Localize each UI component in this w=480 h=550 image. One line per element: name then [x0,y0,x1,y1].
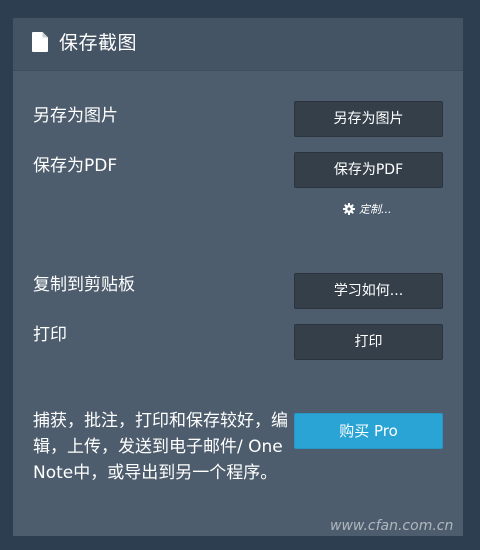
save-image-label: 另存为图片 [33,106,118,126]
page-title: 保存截图 [59,32,138,54]
print-label: 打印 [33,325,67,345]
panel-header: 保存截图 [13,18,463,71]
watermark: www.cfan.com.cn [330,518,454,534]
save-pdf-button[interactable]: 保存为PDF [294,152,443,188]
customize-link[interactable]: 定制... [343,202,392,218]
customize-label: 定制... [359,203,392,216]
save-image-button[interactable]: 另存为图片 [294,101,443,137]
copy-clipboard-label: 复制到剪贴板 [33,275,135,295]
pro-description: 捕获，批注，打印和保存较好，编辑，上传，发送到电子邮件/ OneNote中，或导… [33,411,288,483]
print-button[interactable]: 打印 [294,324,443,360]
save-pdf-label: 保存为PDF [33,156,118,176]
save-screenshot-panel: 保存截图 另存为图片 另存为图片 保存为PDF 保存为PDF 定制... 复制到… [13,18,463,536]
learn-how-button[interactable]: 学习如何... [294,273,443,309]
document-icon [32,32,48,52]
buy-pro-button[interactable]: 购买 Pro [294,413,443,449]
gear-icon [343,203,355,215]
